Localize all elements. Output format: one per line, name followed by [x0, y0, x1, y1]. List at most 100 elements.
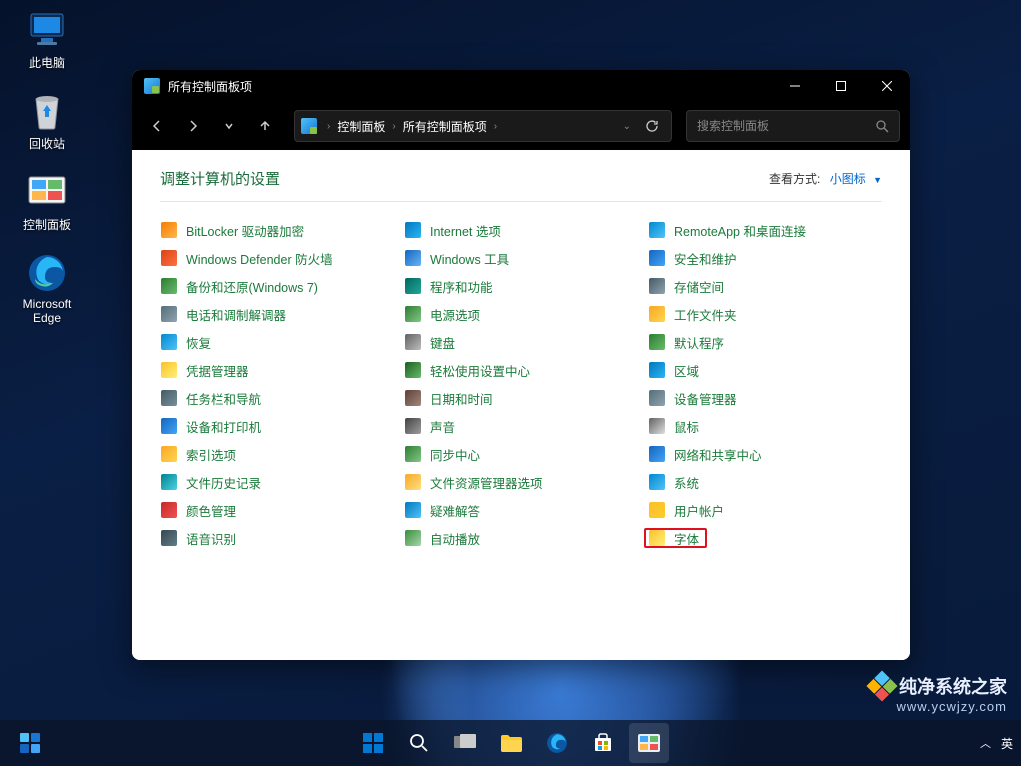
cp-item-speech[interactable]: 语音识别 — [160, 528, 394, 548]
system-tray[interactable]: ︿ 英 — [980, 735, 1013, 752]
cp-item-label[interactable]: Windows Defender 防火墙 — [186, 249, 333, 268]
cp-item-label[interactable]: 设备和打印机 — [186, 417, 261, 436]
cp-item-label[interactable]: 字体 — [674, 529, 699, 548]
titlebar[interactable]: 所有控制面板项 — [132, 70, 910, 102]
minimize-button[interactable] — [772, 70, 818, 102]
cp-item-label[interactable]: 同步中心 — [430, 445, 480, 464]
refresh-button[interactable] — [639, 119, 665, 133]
cp-item-label[interactable]: 系统 — [674, 473, 699, 492]
task-view-button[interactable] — [445, 723, 485, 763]
cp-item-autoplay[interactable]: 自动播放 — [404, 528, 638, 548]
search-button[interactable] — [399, 723, 439, 763]
file-explorer-button[interactable] — [491, 723, 531, 763]
address-bar[interactable]: › 控制面板 › 所有控制面板项 › ⌄ — [294, 110, 672, 142]
cp-item-label[interactable]: 电话和调制解调器 — [186, 305, 286, 324]
taskbar[interactable]: ︿ 英 — [0, 720, 1021, 766]
cp-item-work-folders[interactable]: 工作文件夹 — [648, 304, 882, 324]
cp-item-label[interactable]: 声音 — [430, 417, 455, 436]
cp-item-devices-printers[interactable]: 设备和打印机 — [160, 416, 394, 436]
cp-item-explorer-options[interactable]: 文件资源管理器选项 — [404, 472, 638, 492]
cp-item-date-time[interactable]: 日期和时间 — [404, 388, 638, 408]
search-input[interactable] — [697, 119, 876, 133]
cp-item-label[interactable]: 语音识别 — [186, 529, 236, 548]
cp-item-label[interactable]: 安全和维护 — [674, 249, 737, 268]
caret-down-icon[interactable]: ▼ — [873, 175, 882, 185]
cp-item-troubleshoot[interactable]: 疑难解答 — [404, 500, 638, 520]
chevron-right-icon[interactable]: › — [388, 121, 399, 132]
ime-indicator[interactable]: 英 — [1001, 735, 1013, 752]
cp-item-label[interactable]: 鼠标 — [674, 417, 699, 436]
cp-item-label[interactable]: 轻松使用设置中心 — [430, 361, 530, 380]
back-button[interactable] — [142, 111, 172, 141]
cp-item-remoteapp[interactable]: RemoteApp 和桌面连接 — [648, 220, 882, 240]
edge-taskbar-button[interactable] — [537, 723, 577, 763]
control-panel-taskbar-button[interactable] — [629, 723, 669, 763]
cp-item-label[interactable]: 恢复 — [186, 333, 211, 352]
cp-item-label[interactable]: 凭据管理器 — [186, 361, 249, 380]
cp-item-fonts[interactable]: 字体 — [644, 528, 707, 548]
cp-item-keyboard[interactable]: 键盘 — [404, 332, 638, 352]
desktop-icon-control-panel[interactable]: 控制面板 — [10, 172, 84, 233]
view-by-value[interactable]: 小图标 — [830, 172, 866, 186]
search-icon[interactable] — [876, 120, 889, 133]
cp-item-label[interactable]: 默认程序 — [674, 333, 724, 352]
desktop-icon-this-pc[interactable]: 此电脑 — [10, 10, 84, 71]
cp-item-file-history[interactable]: 文件历史记录 — [160, 472, 394, 492]
start-button[interactable] — [353, 723, 393, 763]
close-button[interactable] — [864, 70, 910, 102]
cp-item-label[interactable]: 文件历史记录 — [186, 473, 261, 492]
widgets-button[interactable] — [10, 723, 50, 763]
cp-item-label[interactable]: 颜色管理 — [186, 501, 236, 520]
cp-item-system[interactable]: 系统 — [648, 472, 882, 492]
cp-item-power[interactable]: 电源选项 — [404, 304, 638, 324]
cp-item-region[interactable]: 区域 — [648, 360, 882, 380]
cp-item-index-options[interactable]: 索引选项 — [160, 444, 394, 464]
cp-item-label[interactable]: 自动播放 — [430, 529, 480, 548]
cp-item-credential[interactable]: 凭据管理器 — [160, 360, 394, 380]
breadcrumb-seg[interactable]: 所有控制面板项 — [400, 118, 490, 135]
cp-item-phone-modem[interactable]: 电话和调制解调器 — [160, 304, 394, 324]
tray-overflow-icon[interactable]: ︿ — [980, 735, 991, 751]
cp-item-label[interactable]: 疑难解答 — [430, 501, 480, 520]
cp-item-color-mgmt[interactable]: 颜色管理 — [160, 500, 394, 520]
cp-item-backup[interactable]: 备份和还原(Windows 7) — [160, 276, 394, 296]
cp-item-label[interactable]: 索引选项 — [186, 445, 236, 464]
cp-item-label[interactable]: BitLocker 驱动器加密 — [186, 221, 304, 240]
desktop-icon-edge[interactable]: Microsoft Edge — [10, 253, 84, 325]
cp-item-label[interactable]: 存储空间 — [674, 277, 724, 296]
cp-item-security-maint[interactable]: 安全和维护 — [648, 248, 882, 268]
cp-item-storage[interactable]: 存储空间 — [648, 276, 882, 296]
address-dropdown[interactable]: ⌄ — [623, 121, 631, 132]
cp-item-label[interactable]: 键盘 — [430, 333, 455, 352]
cp-item-sound[interactable]: 声音 — [404, 416, 638, 436]
cp-item-label[interactable]: 网络和共享中心 — [674, 445, 762, 464]
cp-item-mouse[interactable]: 鼠标 — [648, 416, 882, 436]
cp-item-user-accounts[interactable]: 用户帐户 — [648, 500, 882, 520]
cp-item-label[interactable]: 文件资源管理器选项 — [430, 473, 543, 492]
chevron-right-icon[interactable]: › — [323, 121, 334, 132]
cp-item-default-programs[interactable]: 默认程序 — [648, 332, 882, 352]
cp-item-label[interactable]: 程序和功能 — [430, 277, 493, 296]
cp-item-label[interactable]: 任务栏和导航 — [186, 389, 261, 408]
cp-item-label[interactable]: 用户帐户 — [674, 501, 724, 520]
cp-item-windows-tools[interactable]: Windows 工具 — [404, 248, 638, 268]
cp-item-label[interactable]: Windows 工具 — [430, 249, 509, 268]
chevron-right-icon[interactable]: › — [490, 121, 501, 132]
recent-dropdown[interactable] — [214, 111, 244, 141]
breadcrumb-seg[interactable]: 控制面板 — [334, 118, 388, 135]
cp-item-label[interactable]: 备份和还原(Windows 7) — [186, 277, 318, 296]
cp-item-programs[interactable]: 程序和功能 — [404, 276, 638, 296]
cp-item-label[interactable]: 设备管理器 — [674, 389, 737, 408]
cp-item-recovery[interactable]: 恢复 — [160, 332, 394, 352]
cp-item-network-sharing[interactable]: 网络和共享中心 — [648, 444, 882, 464]
cp-item-device-manager[interactable]: 设备管理器 — [648, 388, 882, 408]
cp-item-taskbar-nav[interactable]: 任务栏和导航 — [160, 388, 394, 408]
desktop-icon-recycle-bin[interactable]: 回收站 — [10, 91, 84, 152]
cp-item-bitlocker[interactable]: BitLocker 驱动器加密 — [160, 220, 394, 240]
store-button[interactable] — [583, 723, 623, 763]
up-button[interactable] — [250, 111, 280, 141]
forward-button[interactable] — [178, 111, 208, 141]
cp-item-internet-options[interactable]: Internet 选项 — [404, 220, 638, 240]
cp-item-ease-access[interactable]: 轻松使用设置中心 — [404, 360, 638, 380]
cp-item-label[interactable]: Internet 选项 — [430, 221, 501, 240]
